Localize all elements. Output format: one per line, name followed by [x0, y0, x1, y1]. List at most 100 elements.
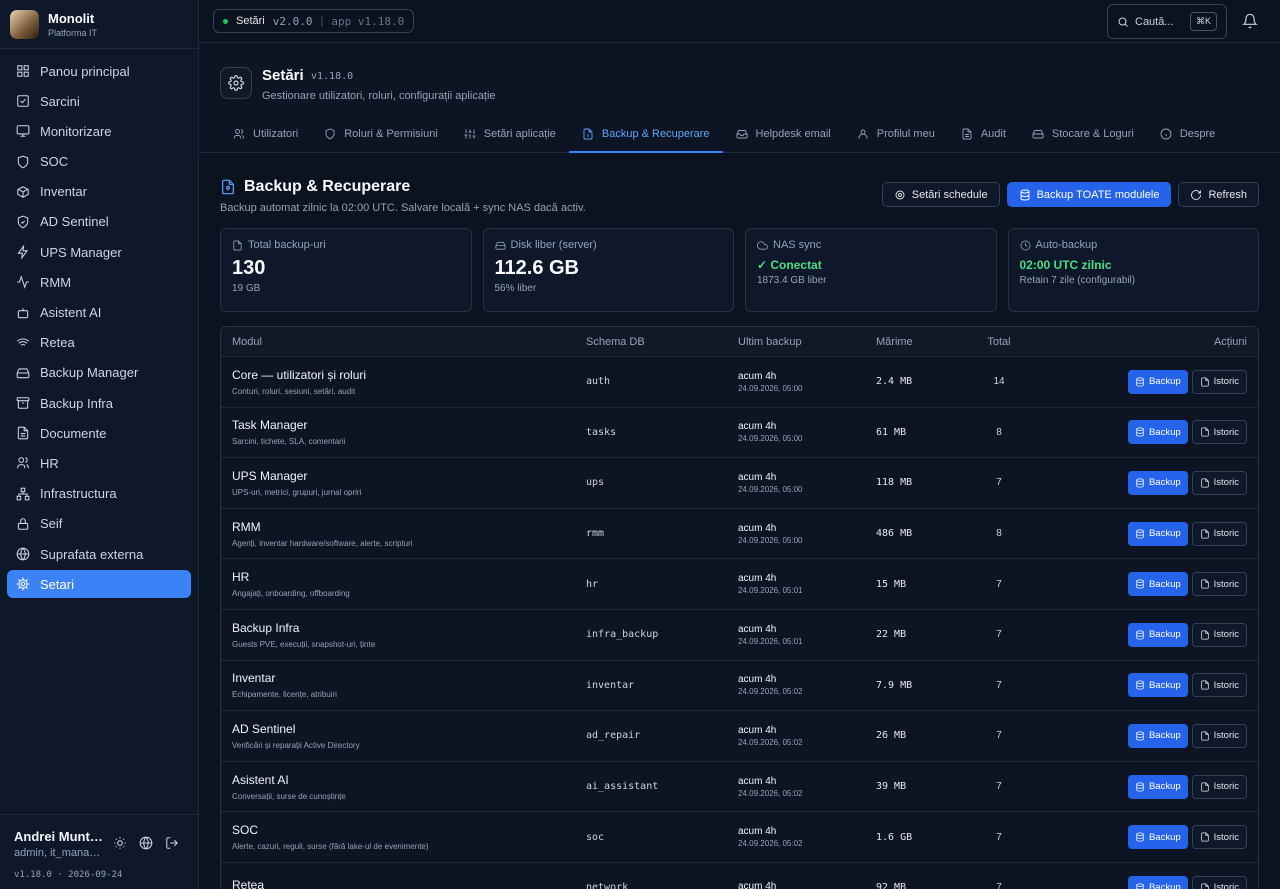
logout-icon[interactable] [165, 836, 179, 855]
row-history-button[interactable]: Istoric [1191, 572, 1247, 597]
globe-icon [16, 547, 30, 561]
tab-label: Stocare & Loguri [1051, 127, 1134, 140]
section-subtitle: Backup automat zilnic la 02:00 UTC. Salv… [220, 202, 586, 214]
sidebar-item-label: SOC [40, 154, 69, 170]
theme-toggle-icon[interactable] [113, 836, 127, 855]
brand-title: Monolit [48, 10, 95, 26]
table-row: Rețea network acum 4h 92 MB 7 Backup Istoric [221, 863, 1258, 889]
row-history-label: Istoric [1213, 831, 1239, 843]
schedule-settings-button[interactable]: Setări schedule [881, 182, 1000, 207]
sidebar-item-infrastructura[interactable]: Infrastructura [7, 480, 191, 508]
refresh-button[interactable]: Refresh [1178, 182, 1259, 207]
sidebar-item-sarcini[interactable]: Sarcini [7, 87, 191, 115]
row-history-button[interactable]: Istoric [1191, 470, 1247, 495]
database-icon [1136, 630, 1144, 640]
row-history-button[interactable]: Istoric [1191, 420, 1247, 445]
row-history-label: Istoric [1213, 882, 1239, 889]
stat-label: Disk liber (server) [495, 239, 723, 251]
row-history-button[interactable]: Istoric [1191, 774, 1247, 799]
sidebar-item-hr[interactable]: HR [7, 449, 191, 477]
tab-audit[interactable]: Audit [948, 116, 1019, 153]
row-backup-button[interactable]: Backup [1127, 470, 1188, 495]
archive-icon [16, 397, 30, 409]
row-history-button[interactable]: Istoric [1191, 673, 1247, 698]
sidebar-item-backup-infra[interactable]: Backup Infra [7, 389, 191, 417]
row-history-button[interactable]: Istoric [1191, 622, 1247, 647]
sidebar-item-suprafata-externa[interactable]: Suprafata externa [7, 540, 191, 568]
sidebar-item-monitorizare[interactable]: Monitorizare [7, 117, 191, 145]
row-backup-button[interactable]: Backup [1127, 774, 1188, 799]
section-actions: Setări schedule Backup TOATE modulele Re… [881, 182, 1259, 207]
stat-sub: 19 GB [232, 283, 261, 294]
tab-label: Helpdesk email [755, 127, 831, 140]
schema-name: infra_backup [586, 629, 659, 641]
file-icon [1200, 478, 1209, 488]
grid-icon [17, 65, 29, 77]
row-backup-button[interactable]: Backup [1127, 622, 1188, 647]
tab-stocare-loguri[interactable]: Stocare & Loguri [1019, 116, 1147, 153]
tab-despre[interactable]: Despre [1147, 116, 1228, 153]
backup-all-button[interactable]: Backup TOATE modulele [1006, 182, 1172, 207]
row-history-button[interactable]: Istoric [1191, 369, 1247, 394]
sidebar-item-rmm[interactable]: RMM [7, 268, 191, 296]
row-backup-label: Backup [1148, 882, 1181, 889]
shortcut-badge: ⌘K [1189, 12, 1217, 31]
file-backup-icon [222, 179, 234, 195]
sidebar-item-backup-manager[interactable]: Backup Manager [7, 359, 191, 387]
search-icon [1118, 17, 1128, 27]
row-backup-button[interactable]: Backup [1127, 369, 1188, 394]
sidebar-item-retea[interactable]: Retea [7, 329, 191, 357]
row-backup-button[interactable]: Backup [1127, 875, 1188, 889]
row-backup-button[interactable]: Backup [1127, 673, 1188, 698]
last-backup-relative: acum 4h [738, 826, 777, 838]
document-icon [17, 426, 29, 440]
module-version: v2.0.0 [272, 14, 313, 28]
last-backup-date: 24.09.2026, 05:00 [738, 383, 803, 393]
row-backup-button[interactable]: Backup [1127, 572, 1188, 597]
file-icon [1200, 529, 1209, 539]
tab-set-ri-aplica-ie[interactable]: Setări aplicație [451, 116, 569, 153]
hdd-icon [1032, 129, 1044, 138]
row-backup-button[interactable]: Backup [1127, 723, 1188, 748]
row-history-button[interactable]: Istoric [1191, 875, 1247, 889]
file-backup-icon [583, 128, 593, 139]
tab-helpdesk-email[interactable]: Helpdesk email [723, 116, 844, 153]
sidebar-item-asistent-ai[interactable]: Asistent AI [7, 299, 191, 327]
tab-backup-recuperare[interactable]: Backup & Recuperare [568, 116, 723, 153]
file-icon [1200, 579, 1209, 589]
row-history-button[interactable]: Istoric [1191, 521, 1247, 546]
language-globe-icon[interactable] [139, 836, 153, 855]
notifications-bell-icon[interactable] [1242, 13, 1258, 34]
sidebar-item-soc[interactable]: SOC [7, 148, 191, 176]
row-backup-label: Backup [1148, 578, 1181, 590]
tab-utilizatori[interactable]: Utilizatori [220, 116, 311, 153]
row-backup-button[interactable]: Backup [1127, 420, 1188, 445]
search-button[interactable]: Caută... ⌘K [1107, 4, 1227, 39]
tab-roluri-permisiuni[interactable]: Roluri & Permisiuni [311, 116, 451, 153]
row-backup-button[interactable]: Backup [1127, 825, 1188, 850]
sidebar-item-label: Monitorizare [40, 123, 112, 139]
row-history-button[interactable]: Istoric [1191, 723, 1247, 748]
file-icon [1200, 377, 1209, 387]
shield-check-icon [17, 215, 29, 229]
sidebar-item-ad-sentinel[interactable]: AD Sentinel [7, 208, 191, 236]
backup-all-label: Backup TOATE modulele [1036, 188, 1160, 201]
sidebar-item-ups-manager[interactable]: UPS Manager [7, 238, 191, 266]
sidebar-item-documente[interactable]: Documente [7, 419, 191, 447]
last-backup-date: 24.09.2026, 05:02 [738, 839, 803, 849]
row-backup-button[interactable]: Backup [1127, 521, 1188, 546]
sidebar-item-label: Backup Infra [40, 395, 113, 411]
sidebar-item-inventar[interactable]: Inventar [7, 178, 191, 206]
backup-size: 39 MB [876, 781, 907, 793]
row-history-button[interactable]: Istoric [1191, 825, 1247, 850]
tab-profilul-meu[interactable]: Profilul meu [844, 116, 948, 153]
sidebar-item-setari[interactable]: Setari [7, 570, 191, 599]
sidebar-item-seif[interactable]: Seif [7, 510, 191, 538]
brand[interactable]: Monolit Platforma IT [0, 0, 198, 49]
row-history-label: Istoric [1213, 426, 1239, 438]
sidebar-item-panou-principal[interactable]: Panou principal [7, 57, 191, 85]
database-icon [1136, 427, 1144, 437]
backup-size: 15 MB [876, 578, 907, 590]
backup-total: 7 [996, 831, 1002, 843]
row-backup-label: Backup [1148, 477, 1181, 489]
